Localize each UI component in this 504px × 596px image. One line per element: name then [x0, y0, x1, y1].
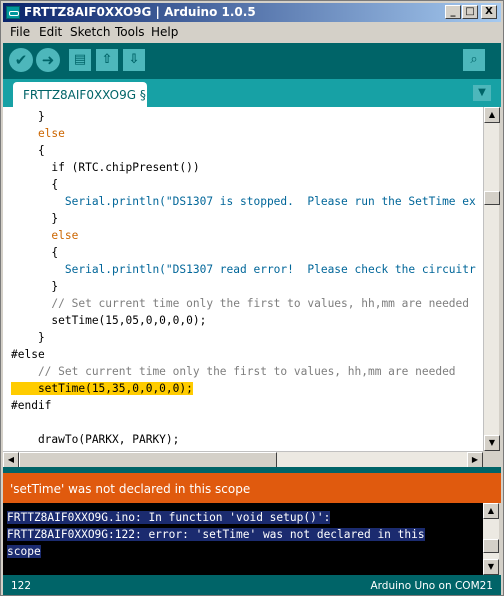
arrow-up-icon: ▲: [487, 506, 495, 515]
line-number: 122: [11, 580, 32, 592]
editor-horizontal-scrollbar[interactable]: ◀ ▶: [3, 451, 483, 468]
open-button[interactable]: ⇧: [96, 49, 118, 71]
code-line: // Set current time only the first to va…: [11, 297, 470, 310]
board-port: Arduino Uno on COM21: [370, 580, 493, 592]
toolbar: ✔ ➜ ▤ ⇧ ⇩ ⌕: [3, 43, 501, 79]
save-button[interactable]: ⇩: [123, 49, 145, 71]
scroll-thumb[interactable]: [484, 191, 500, 205]
maximize-button[interactable]: □: [462, 5, 478, 19]
code-line: else: [11, 229, 79, 242]
code-line-highlighted: setTime(15,35,0,0,0,0);: [11, 380, 193, 397]
scroll-thumb[interactable]: [483, 539, 499, 553]
tab-menu-button[interactable]: ▼: [473, 85, 491, 101]
upload-button[interactable]: ➜: [36, 48, 60, 72]
footer-status: 122 Arduino Uno on COM21: [3, 575, 501, 595]
tab-bar: FRTTZ8AIF0XXO9G § ▼: [3, 79, 501, 107]
console-output[interactable]: FRTTZ8AIF0XXO9G.ino: In function 'void s…: [3, 503, 483, 575]
menu-edit[interactable]: Edit: [39, 25, 62, 39]
editor-vertical-scrollbar[interactable]: ▲ ▼: [483, 107, 500, 451]
code-line: }: [11, 212, 59, 225]
tab-sketch[interactable]: FRTTZ8AIF0XXO9G §: [13, 82, 147, 107]
code-line: drawTo(PARKX, PARKY);: [11, 433, 180, 446]
error-highlight: setTime(15,35,0,0,0,0);: [11, 382, 193, 395]
triangle-down-icon: ▼: [478, 87, 486, 98]
serial-monitor-button[interactable]: ⌕: [463, 49, 485, 71]
scroll-left-button[interactable]: ◀: [3, 452, 19, 468]
scroll-up-button[interactable]: ▲: [483, 503, 499, 519]
menu-help[interactable]: Help: [151, 25, 178, 39]
close-button[interactable]: X: [481, 5, 497, 19]
new-button[interactable]: ▤: [69, 49, 91, 71]
code-editor[interactable]: } else { if (RTC.chipPresent()) { Serial…: [3, 107, 483, 451]
code-line: {: [11, 178, 59, 191]
menu-tools[interactable]: Tools: [115, 25, 145, 39]
code-line: {: [11, 144, 45, 157]
window-title: FRTTZ8AIF0XXO9G | Arduino 1.0.5: [24, 5, 256, 19]
minimize-button[interactable]: _: [445, 5, 461, 19]
code-line: // Set current time only the first to va…: [11, 365, 456, 378]
code-line: if (RTC.chipPresent()): [11, 161, 200, 174]
arrow-right-icon: ➜: [41, 51, 55, 69]
menu-file[interactable]: File: [10, 25, 30, 39]
arrow-down-icon: ▼: [488, 438, 496, 447]
scroll-right-button[interactable]: ▶: [467, 452, 483, 468]
scroll-down-button[interactable]: ▼: [483, 559, 499, 575]
verify-button[interactable]: ✔: [9, 48, 33, 72]
code-line: {: [11, 246, 59, 259]
code-line: else: [11, 127, 65, 140]
arduino-logo-icon: [6, 6, 20, 19]
check-icon: ✔: [14, 51, 28, 69]
title-bar: FRTTZ8AIF0XXO9G | Arduino 1.0.5 _ □ X: [3, 3, 501, 22]
error-status-bar: 'setTime' was not declared in this scope: [3, 473, 501, 503]
code-line: setTime(15,05,0,0,0,0);: [11, 314, 207, 327]
console-vertical-scrollbar[interactable]: ▲ ▼: [483, 503, 499, 575]
code-line: #else: [11, 348, 45, 361]
arduino-ide-window: FRTTZ8AIF0XXO9G | Arduino 1.0.5 _ □ X Fi…: [0, 0, 504, 596]
arrow-up-icon: ▲: [488, 110, 496, 119]
code-line: }: [11, 110, 45, 123]
scroll-thumb[interactable]: [19, 452, 277, 468]
console-line: FRTTZ8AIF0XXO9G:122: error: 'setTime' wa…: [7, 528, 425, 541]
arrow-down-icon: ▼: [487, 562, 495, 571]
console-line: scope: [7, 545, 41, 558]
code-line: }: [11, 280, 59, 293]
scroll-down-button[interactable]: ▼: [484, 435, 500, 451]
menu-sketch[interactable]: Sketch: [70, 25, 110, 39]
code-line: #endif: [11, 399, 52, 412]
document-icon: ▤: [73, 52, 87, 67]
arrow-up-icon: ⇧: [101, 52, 113, 67]
code-line: Serial.println("DS1307 read error! Pleas…: [11, 263, 476, 276]
menu-bar: File Edit Sketch Tools Help: [3, 22, 501, 42]
scroll-up-button[interactable]: ▲: [484, 107, 500, 123]
arrow-right-icon: ▶: [471, 455, 479, 464]
arrow-down-icon: ⇩: [128, 52, 140, 67]
magnifier-icon: ⌕: [470, 52, 478, 67]
code-line: }: [11, 331, 45, 344]
code-line: Serial.println("DS1307 is stopped. Pleas…: [11, 195, 476, 208]
console-line: FRTTZ8AIF0XXO9G.ino: In function 'void s…: [7, 511, 331, 524]
arrow-left-icon: ◀: [7, 455, 15, 464]
